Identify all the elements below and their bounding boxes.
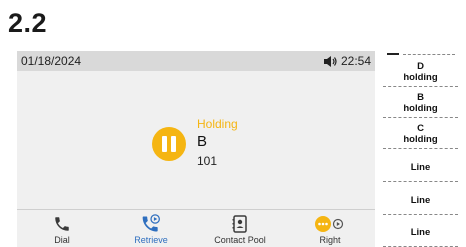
status-bar: 01/18/2024 22:54 <box>17 51 375 71</box>
softkey-right[interactable]: Right <box>285 210 375 247</box>
line-key-panel: D holding B holding C holding Line Line … <box>383 51 458 247</box>
line-key-4-title: Line <box>410 162 431 173</box>
softkey-right-label: Right <box>319 235 341 245</box>
line-key-1-title: D <box>417 61 424 72</box>
contacts-icon <box>232 215 247 233</box>
call-status: Holding <box>197 117 238 131</box>
status-date: 01/18/2024 <box>21 54 82 68</box>
more-right-icon <box>315 216 344 232</box>
status-time: 22:54 <box>340 54 371 68</box>
softkey-dial-label: Dial <box>54 235 70 245</box>
softkey-bar: Dial Retrieve Contact Pool Right <box>17 209 375 247</box>
softkey-retrieve-label: Retrieve <box>134 235 168 245</box>
line-key-1[interactable]: D holding <box>383 59 458 87</box>
softkey-dial[interactable]: Dial <box>17 210 107 247</box>
line-key-6-title: Line <box>410 227 431 238</box>
retrieve-call-icon <box>142 214 160 232</box>
softkey-contact-pool[interactable]: Contact Pool <box>195 210 285 247</box>
line-key-1-status: holding <box>403 72 438 83</box>
line-key-3[interactable]: C holding <box>383 121 458 149</box>
volume-icon <box>323 55 337 67</box>
softkey-retrieve[interactable]: Retrieve <box>106 210 196 247</box>
status-right: 22:54 <box>323 54 371 68</box>
line-key-5[interactable]: Line <box>383 185 458 215</box>
line-key-page-indicator <box>383 51 458 57</box>
line-key-6[interactable]: Line <box>383 217 458 247</box>
line-key-3-status: holding <box>403 134 438 145</box>
softkey-contact-pool-label: Contact Pool <box>214 235 266 245</box>
phone-icon <box>55 217 69 231</box>
phone-screen: 01/18/2024 22:54 Holding B 101 Dial Retr… <box>17 51 375 247</box>
line-key-2-status: holding <box>403 103 438 114</box>
call-area: Holding B 101 <box>17 71 375 209</box>
line-key-2[interactable]: B holding <box>383 90 458 118</box>
call-name: B <box>197 133 208 150</box>
hold-pause-icon <box>152 127 186 161</box>
line-key-5-title: Line <box>410 195 431 206</box>
line-key-2-title: B <box>417 92 424 103</box>
call-number: 101 <box>197 154 218 168</box>
line-key-3-title: C <box>417 123 424 134</box>
section-number: 2.2 <box>8 8 48 38</box>
line-key-4[interactable]: Line <box>383 152 458 182</box>
